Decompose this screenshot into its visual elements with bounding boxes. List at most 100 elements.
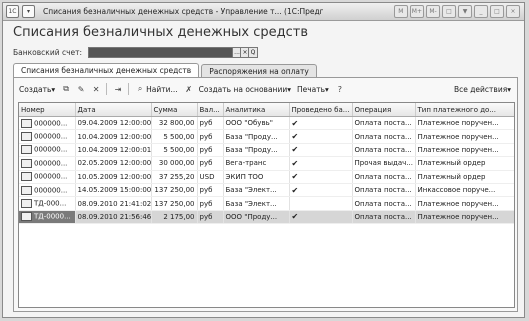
menu-icon[interactable]: ▾ <box>22 5 35 18</box>
find-button[interactable]: ⌕ Найти... <box>135 84 178 94</box>
column-date[interactable]: Дата <box>75 103 152 117</box>
table-row[interactable]: 000000... 09.04.2009 12:00:00 32 800,00 руб… <box>19 116 514 131</box>
chevron-down-icon: ▾ <box>287 84 291 94</box>
cell-number: 000000... <box>19 183 76 198</box>
print-button[interactable]: Печать ▾ <box>297 85 329 94</box>
all-actions-label: Все действия <box>453 84 508 94</box>
cell-posted: ✔ <box>289 170 353 184</box>
app-icon[interactable]: 1C <box>6 5 19 18</box>
memory-minus-button[interactable]: M- <box>426 5 440 18</box>
chevron-down-icon: ▾ <box>507 84 511 94</box>
cell-analytics: База "Проду... <box>223 129 290 144</box>
cell-date: 14.05.2009 15:00:00 <box>75 183 152 198</box>
cell-date: 08.09.2010 21:56:46 <box>75 210 152 225</box>
table-row[interactable]: ТД-0000... 08.09.2010 21:56:46 2 175,00 руб… <box>19 210 514 225</box>
document-icon <box>21 185 32 195</box>
help-icon[interactable]: ? <box>335 84 345 94</box>
minimize-button[interactable]: _ <box>474 5 488 18</box>
bank-account-filter: Банковский счет: ... × Q <box>13 47 259 58</box>
cell-doc-type: Платежное поручен... <box>415 129 514 144</box>
close-button[interactable]: × <box>506 5 520 18</box>
tab-cashless-writeoffs[interactable]: Списания безналичных денежных средств <box>13 63 200 77</box>
cell-number: 000000... <box>19 116 76 131</box>
table-row[interactable]: 000000... 10.04.2009 12:00:01 5 500,00 руб Б… <box>19 143 514 158</box>
cell-analytics: База "Элект... <box>223 196 290 211</box>
document-icon <box>21 145 32 155</box>
cell-doc-type: Платежное поручен... <box>415 143 514 158</box>
column-number[interactable]: Номер <box>19 103 76 117</box>
create-based-label: Создать на основании <box>198 84 288 94</box>
cell-amount: 32 800,00 <box>151 116 198 131</box>
memory-m-button[interactable]: M <box>393 5 408 18</box>
document-icon <box>21 132 32 142</box>
create-based-on-button[interactable]: Создать на основании ▾ <box>199 85 291 94</box>
tab-bar: Списания безналичных денежных средств Ра… <box>13 63 319 77</box>
window-title: Списания безналичных денежных средств - … <box>43 7 323 16</box>
bank-account-input[interactable]: ... × Q <box>88 47 259 58</box>
all-actions-button[interactable]: Все действия ▾ <box>454 85 511 94</box>
chevron-down-icon: ▾ <box>325 84 329 94</box>
calculator-button[interactable]: □ <box>442 5 456 18</box>
window-menu-button[interactable]: ▼ <box>458 5 472 18</box>
cancel-search-icon[interactable]: ✗ <box>184 84 194 94</box>
cell-operation: Оплата поста... <box>352 210 416 225</box>
tab-payment-orders[interactable]: Распоряжения на оплату <box>201 64 317 77</box>
column-doc-type[interactable]: Тип платежного до... <box>415 103 514 117</box>
create-label: Создать <box>19 84 52 94</box>
column-amount[interactable]: Сумма <box>151 103 198 117</box>
cell-amount: 37 255,20 <box>151 170 198 184</box>
cell-operation: Оплата поста... <box>352 196 416 211</box>
cell-currency: руб <box>197 196 224 211</box>
cell-operation: Оплата поста... <box>352 129 416 144</box>
cell-number: 000000... <box>19 170 76 184</box>
column-posted[interactable]: Проведено ба... <box>289 103 353 117</box>
open-account-button[interactable]: Q <box>248 48 258 57</box>
table-row[interactable]: 000000... 02.05.2009 12:00:00 30 000,00 руб… <box>19 156 514 171</box>
chevron-down-icon: ▾ <box>51 84 56 94</box>
column-analytics[interactable]: Аналитика <box>223 103 290 117</box>
column-operation[interactable]: Операция <box>352 103 416 117</box>
cell-currency: USD <box>197 170 224 184</box>
cell-date: 09.04.2009 12:00:00 <box>75 116 152 131</box>
table-row[interactable]: ТД-000... 08.09.2010 21:41:02 137 250,00 ру… <box>19 196 514 211</box>
number-text: ТД-0000... <box>34 212 71 221</box>
page-title: Списания безналичных денежных средств <box>13 25 309 40</box>
delete-icon[interactable]: ✕ <box>91 84 101 94</box>
memory-plus-button[interactable]: M+ <box>409 5 424 18</box>
cell-posted: ✔ <box>289 156 353 171</box>
document-icon <box>21 118 32 128</box>
print-label: Печать <box>296 84 326 94</box>
title-bar: 1C ▾ Списания безналичных денежных средс… <box>3 3 524 21</box>
cell-amount: 2 175,00 <box>151 210 198 225</box>
cell-date: 08.09.2010 21:41:02 <box>75 196 152 211</box>
cell-amount: 137 250,00 <box>151 183 198 198</box>
create-button[interactable]: Создать ▾ <box>19 85 55 94</box>
cell-posted: ✔ <box>289 210 353 225</box>
table-row[interactable]: 000000... 14.05.2009 15:00:00 137 250,00 ру… <box>19 183 514 198</box>
cell-currency: руб <box>197 210 224 225</box>
cell-analytics: Вега-транс <box>223 156 290 171</box>
document-icon <box>21 212 32 222</box>
find-label: Найти... <box>146 84 178 94</box>
table-row[interactable]: 000000... 10.04.2009 12:00:00 5 500,00 руб Б… <box>19 129 514 144</box>
cell-posted <box>289 196 353 211</box>
column-currency[interactable]: Вал... <box>197 103 224 117</box>
maximize-button[interactable]: □ <box>490 5 504 18</box>
number-text: 000000... <box>34 119 68 128</box>
cell-currency: руб <box>197 116 224 131</box>
toolbar-separator <box>106 83 108 95</box>
table-row[interactable]: 000000... 10.05.2009 12:00:00 37 255,20 USD… <box>19 170 514 184</box>
copy-icon[interactable]: ⧉ <box>61 84 71 94</box>
cell-doc-type: Платежное поручен... <box>415 210 514 225</box>
documents-table[interactable]: Номер Дата Сумма Вал... Аналитика Провед… <box>18 102 515 308</box>
cell-operation: Оплата поста... <box>352 170 416 184</box>
cell-operation: Оплата поста... <box>352 116 416 131</box>
cell-date: 10.05.2009 12:00:00 <box>75 170 152 184</box>
cell-currency: руб <box>197 183 224 198</box>
edit-icon[interactable]: ✎ <box>76 84 86 94</box>
cell-date: 10.04.2009 12:00:00 <box>75 129 152 144</box>
document-icon <box>21 199 32 209</box>
post-icon[interactable]: ⇥ <box>113 84 123 94</box>
cell-number: 000000... <box>19 156 76 171</box>
cell-number: 000000... <box>19 129 76 144</box>
